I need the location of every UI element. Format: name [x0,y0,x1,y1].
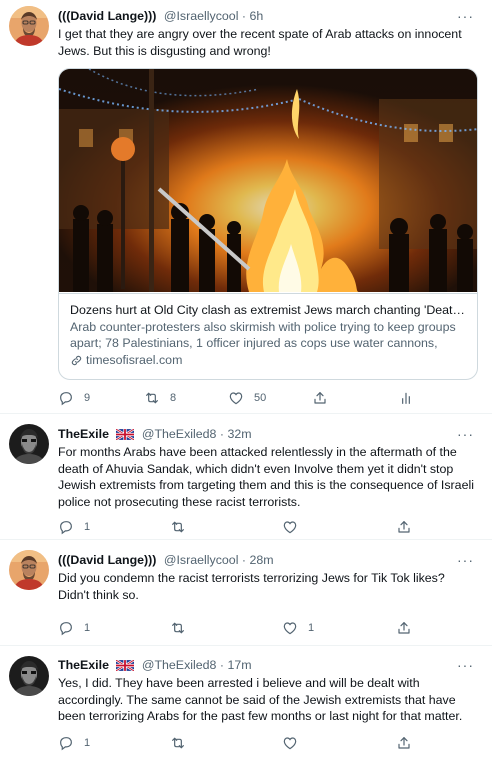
link-card[interactable]: Dozens hurt at Old City clash as extremi… [58,68,478,380]
share-icon [312,390,328,406]
display-name[interactable]: (((David Lange))) [58,9,156,23]
reply-count: 1 [84,521,91,533]
share-button[interactable] [396,734,422,752]
timestamp[interactable]: 6h [250,9,264,23]
reply-icon [58,620,74,636]
separator: · [219,658,225,672]
retweet-icon [144,390,160,406]
like-button[interactable]: 50 [228,389,266,407]
share-icon [396,620,412,636]
tweet-actions: 1 1 [58,619,428,637]
like-button[interactable] [282,734,308,752]
display-name[interactable]: TheExile [58,427,109,441]
separator: · [241,9,247,23]
reply-count: 9 [84,392,91,404]
share-icon [396,735,412,751]
tweet-header: (((David Lange))) @Israellycool · 28m ··… [58,551,474,569]
like-button[interactable] [282,518,308,536]
tweet-actions: 9 8 50 [58,389,428,407]
reply-button[interactable]: 1 [58,619,90,637]
user-handle[interactable]: @TheExiled8 [142,427,217,441]
reply-icon [58,519,74,535]
tweet-actions: 1 [58,734,428,752]
reply-button[interactable]: 1 [58,518,90,536]
display-name[interactable]: (((David Lange))) [58,553,156,567]
tweet-4[interactable]: TheExile @TheExiled8 · 17m ··· Yes, I di… [0,646,492,762]
tweet-text: Did you condemn the racist terrorists te… [58,571,445,602]
reply-button[interactable]: 9 [58,389,90,407]
separator: · [241,553,247,567]
tweet-2[interactable]: TheExile @TheExiled8 · 32m ··· For month… [0,414,492,540]
like-count: 1 [308,622,315,634]
link-icon [70,354,83,367]
retweet-button[interactable] [170,734,196,752]
tweet-3[interactable]: (((David Lange))) @Israellycool · 28m ··… [0,540,492,646]
tweet-header: TheExile @TheExiled8 · 32m ··· [58,425,474,443]
like-icon [282,620,298,636]
tweet-actions: 1 [58,518,428,536]
retweet-icon [170,519,186,535]
share-button[interactable] [396,619,422,637]
reply-count: 1 [84,622,91,634]
reply-icon [58,735,74,751]
more-options-icon[interactable]: ··· [457,656,474,674]
avatar[interactable] [9,6,49,46]
user-handle[interactable]: @TheExiled8 [142,658,217,672]
tweet-1[interactable]: (((David Lange))) @Israellycool · 6h ···… [0,0,492,414]
like-icon [282,519,298,535]
timestamp[interactable]: 28m [250,553,274,567]
card-image [59,69,477,292]
retweet-count: 8 [170,392,177,404]
retweet-icon [170,735,186,751]
share-button[interactable] [312,389,338,407]
analytics-icon [398,390,414,406]
retweet-button[interactable]: 8 [144,389,176,407]
timestamp[interactable]: 32m [228,427,252,441]
share-icon [396,519,412,535]
tweet-header: TheExile @TheExiled8 · 17m ··· [58,656,474,674]
retweet-button[interactable] [170,619,196,637]
timestamp[interactable]: 17m [228,658,252,672]
tweet-header: (((David Lange))) @Israellycool · 6h ··· [58,7,474,25]
separator: · [219,427,225,441]
user-handle[interactable]: @Israellycool [164,9,239,23]
share-button[interactable] [396,518,422,536]
card-body: Dozens hurt at Old City clash as extremi… [59,293,477,379]
more-options-icon[interactable]: ··· [457,425,474,443]
card-description: Arab counter-protesters also skirmish wi… [70,320,456,350]
fire-photo-icon [59,69,477,292]
like-icon [282,735,298,751]
like-button[interactable]: 1 [282,619,314,637]
like-count: 50 [254,392,267,404]
reply-icon [58,390,74,406]
avatar[interactable] [9,550,49,590]
more-options-icon[interactable]: ··· [457,551,474,569]
card-domain-text: timesofisrael.com [86,353,183,367]
user-handle[interactable]: @Israellycool [164,553,239,567]
uk-flag-icon [116,660,134,671]
like-icon [228,390,244,406]
retweet-button[interactable] [170,518,196,536]
card-domain: timesofisrael.com [70,352,468,368]
avatar[interactable] [9,656,49,696]
analytics-button[interactable] [398,389,424,407]
avatar[interactable] [9,424,49,464]
reply-button[interactable]: 1 [58,734,90,752]
more-options-icon[interactable]: ··· [457,7,474,25]
tweet-text: For months Arabs have been attacked rele… [58,445,474,509]
reply-count: 1 [84,737,91,749]
card-title[interactable]: Dozens hurt at Old City clash as extremi… [70,302,468,318]
tweet-text: I get that they are angry over the recen… [58,27,462,58]
retweet-icon [170,620,186,636]
uk-flag-icon [116,429,134,440]
display-name[interactable]: TheExile [58,658,109,672]
tweet-text: Yes, I did. They have been arrested i be… [58,676,463,723]
